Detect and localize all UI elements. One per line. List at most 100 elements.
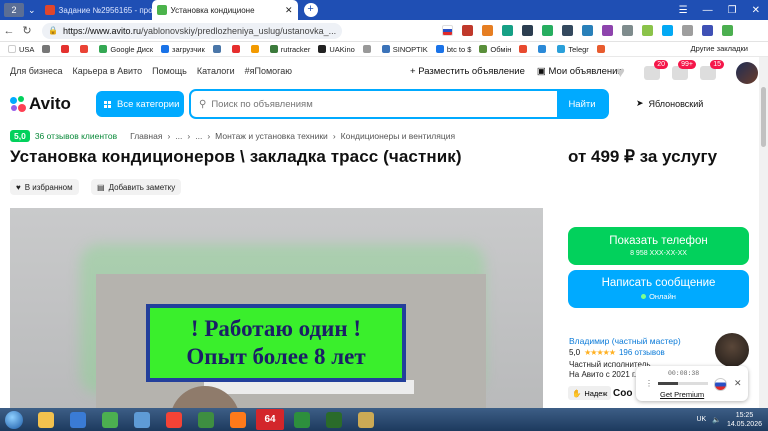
extension-icon[interactable]	[562, 25, 573, 36]
location-selector[interactable]: ➤ Яблоновский	[636, 98, 703, 109]
nav-business[interactable]: Для бизнеса	[10, 66, 63, 76]
seller-reviews-link[interactable]: 196 отзывов	[619, 348, 665, 357]
search-input[interactable]	[211, 98, 532, 110]
close-tab-icon[interactable]: ✕	[285, 5, 293, 16]
download-icon[interactable]	[582, 25, 593, 36]
page-scrollbar[interactable]	[759, 57, 768, 408]
minimize-icon[interactable]: —	[703, 5, 713, 16]
nav-help[interactable]: Помощь	[152, 66, 187, 76]
taskbar-app[interactable]	[192, 409, 220, 430]
bookmark-item[interactable]: SINOPTIK	[381, 45, 428, 54]
tab-task[interactable]: Задание №2956165 - про	[40, 0, 152, 20]
breadcrumb-item[interactable]: Монтаж и установка техники	[215, 131, 328, 141]
add-note-button[interactable]: ▤ Добавить заметку	[91, 179, 182, 195]
taskbar-app[interactable]	[288, 409, 316, 430]
taskbar-app[interactable]: 64	[256, 409, 284, 430]
breadcrumb-item[interactable]: Кондиционеры и вентиляция	[341, 131, 455, 141]
extension-icon[interactable]	[682, 25, 693, 36]
bookmark-item[interactable]: Telegr	[557, 45, 589, 54]
tab-avito[interactable]: Установка кондиционе ✕	[151, 0, 298, 20]
nav-help-charity[interactable]: #яПомогаю	[245, 66, 292, 76]
bookmark-item[interactable]	[538, 45, 549, 53]
start-button[interactable]	[0, 409, 28, 431]
bookmark-item[interactable]: загрузчик	[161, 45, 205, 54]
close-window-icon[interactable]: ✕	[752, 5, 760, 16]
bookmark-item[interactable]	[250, 45, 262, 53]
seller-name[interactable]: Владимир (частный мастер)	[569, 336, 681, 346]
write-message-button[interactable]: Написать сообщение Онлайн	[568, 270, 749, 308]
flag-icon[interactable]	[442, 25, 453, 36]
new-tab-button[interactable]: +	[303, 3, 318, 17]
extension-icon[interactable]	[622, 25, 633, 36]
extension-icon[interactable]	[702, 25, 713, 36]
drag-handle-icon[interactable]: ⋮	[645, 379, 653, 388]
extension-icon[interactable]	[462, 25, 473, 36]
download-icon[interactable]	[722, 25, 733, 36]
nav-catalogs[interactable]: Каталоги	[197, 66, 235, 76]
show-phone-button[interactable]: Показать телефон 8 958 XXX-XX-XX	[568, 227, 749, 265]
bookmark-item[interactable]	[61, 45, 72, 53]
bookmark-item[interactable]	[596, 45, 608, 53]
taskbar-app[interactable]	[224, 409, 252, 430]
all-categories-button[interactable]: Все категории	[96, 91, 184, 117]
breadcrumb-item[interactable]: ...	[175, 131, 182, 141]
bookmark-item[interactable]: btc to $	[435, 45, 471, 54]
bookmark-item[interactable]	[362, 45, 374, 53]
taskbar-app[interactable]	[32, 409, 60, 430]
reviews-link[interactable]: 36 отзывов клиентов	[35, 131, 117, 141]
menu-icon[interactable]: ☰	[679, 5, 688, 16]
reload-icon[interactable]: ↻	[18, 24, 36, 37]
bookmark-item[interactable]	[231, 45, 243, 53]
taskbar-app[interactable]	[160, 409, 188, 430]
flag-icon[interactable]	[714, 378, 727, 391]
bookmark-item[interactable]	[519, 45, 530, 53]
bookmark-item[interactable]: rutracker	[269, 45, 310, 54]
extension-icon[interactable]	[662, 25, 673, 36]
language-indicator[interactable]: UK	[697, 416, 707, 423]
bookmark-item[interactable]: UAKino	[318, 45, 355, 54]
bookmark-item[interactable]: Обмін	[479, 45, 511, 54]
seller-avatar[interactable]	[715, 333, 749, 367]
my-ads-link[interactable]: ▣ Мои объявления	[537, 66, 623, 77]
post-ad-link[interactable]: + Разместить объявление	[410, 66, 525, 77]
taskbar-app[interactable]	[352, 409, 380, 430]
taskbar-app[interactable]	[64, 409, 92, 430]
bookmark-item[interactable]	[80, 45, 91, 53]
avatar[interactable]	[736, 62, 758, 84]
extension-icon[interactable]	[542, 25, 553, 36]
extension-icon[interactable]	[502, 25, 513, 36]
maximize-icon[interactable]: ❐	[728, 5, 737, 16]
bookmark-item[interactable]	[212, 45, 224, 53]
notifications-icon[interactable]: 99+	[672, 60, 696, 80]
breadcrumb-item[interactable]: ...	[195, 131, 202, 141]
avito-logo[interactable]: Avito	[10, 94, 71, 114]
url-field[interactable]: 🔒 https://www.avito.ru /yablonovskiy/pre…	[42, 22, 342, 39]
favorites-icon[interactable]: ♥	[616, 65, 632, 80]
other-bookmarks[interactable]: Другие закладки	[691, 44, 748, 53]
taskbar-app[interactable]	[128, 409, 156, 430]
reliability-badge[interactable]: ✋ Надеж	[568, 386, 612, 400]
breadcrumb-home[interactable]: Главная	[130, 131, 162, 141]
taskbar-app[interactable]	[320, 409, 348, 430]
get-premium-link[interactable]: Get Premium	[660, 390, 704, 399]
extension-icon[interactable]	[482, 25, 493, 36]
extension-icon[interactable]	[642, 25, 653, 36]
favorite-button[interactable]: ♥ В избранном	[10, 179, 79, 195]
messages-icon[interactable]: 20	[644, 60, 668, 80]
tab-counter[interactable]: 2	[4, 3, 24, 17]
bookmark-item[interactable]: Google Диск	[99, 45, 153, 54]
extension-icon[interactable]	[602, 25, 613, 36]
back-icon[interactable]: ←	[0, 25, 18, 37]
cart-icon[interactable]: 15	[700, 60, 724, 80]
chevron-down-icon[interactable]: ⌄	[28, 5, 36, 16]
clock[interactable]: 15:25 14.05.2026	[727, 411, 762, 429]
close-icon[interactable]: ✕	[734, 378, 742, 389]
scrollbar-thumb[interactable]	[761, 87, 766, 147]
extension-icon[interactable]	[522, 25, 533, 36]
bookmark-item[interactable]: USA	[8, 45, 34, 54]
nav-career[interactable]: Карьера в Авито	[73, 66, 143, 76]
listing-photo[interactable]: ! Работаю один ! Опыт более 8 лет	[10, 208, 543, 408]
taskbar-app[interactable]	[96, 409, 124, 430]
search-button[interactable]: Найти	[557, 91, 607, 117]
bookmark-item[interactable]	[42, 45, 53, 53]
